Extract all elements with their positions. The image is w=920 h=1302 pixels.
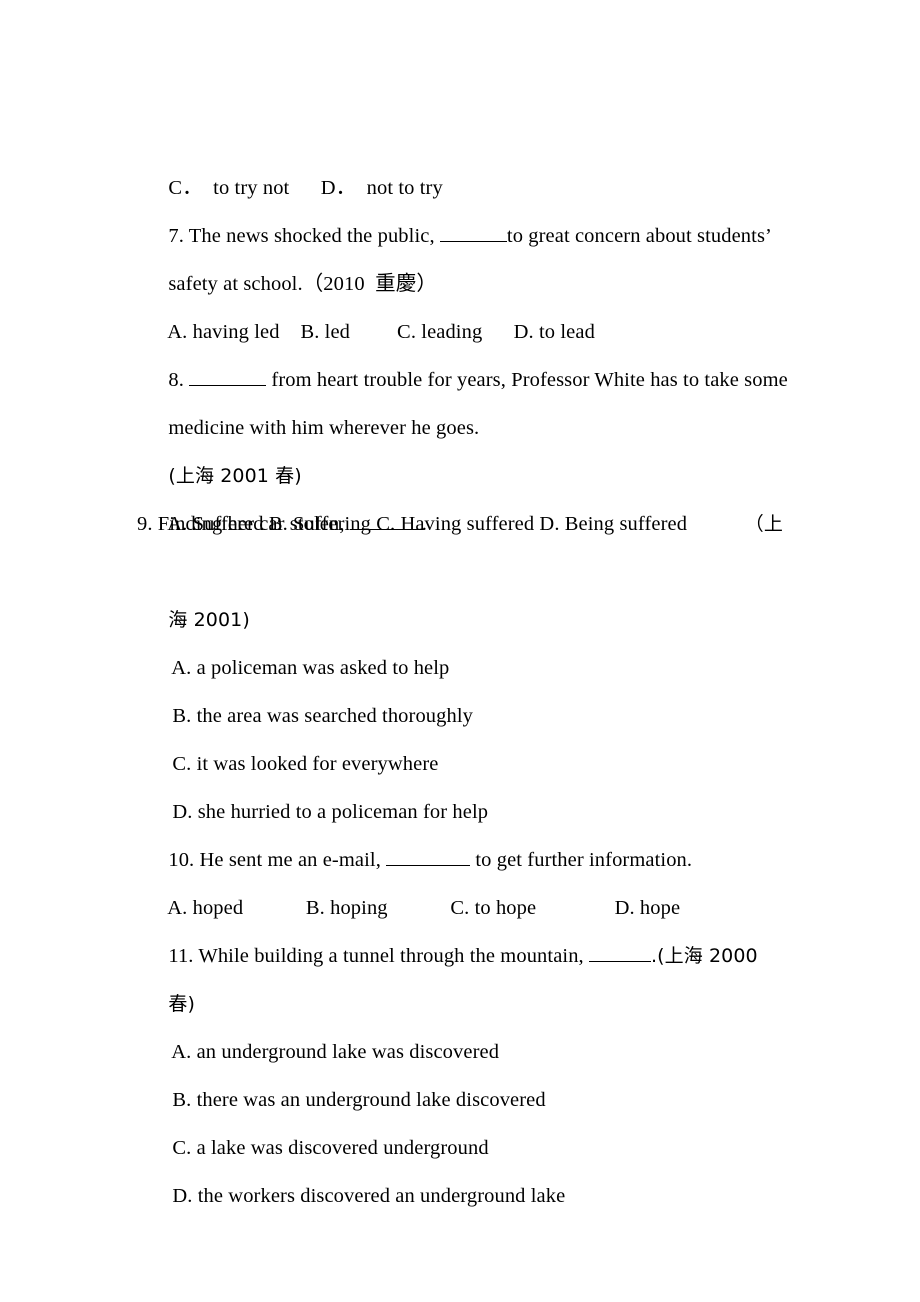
question-7-stem-after-blank: to great concern about students’ xyxy=(506,225,772,247)
question-11-option-d-text: D. the workers discovered an underground… xyxy=(172,1185,566,1207)
question-9-stem-after-blank: . xyxy=(421,513,428,535)
question-11-source-text: 春) xyxy=(168,993,195,1015)
question-9-option-a-text: A. a policeman was asked to help xyxy=(171,657,450,679)
question-11-option-b-text: B. there was an underground lake discove… xyxy=(172,1089,546,1111)
question-9-source-continuation: 海 2001) xyxy=(137,548,783,631)
question-9-option-c-text: C. it was looked for everywhere xyxy=(172,753,439,775)
question-8-stem-before-blank: 8. xyxy=(168,369,190,391)
question-11-option-a-text: A. an underground lake was discovered xyxy=(171,1041,500,1063)
question-10-stem-before-blank: 10. He sent me an e-mail, xyxy=(168,849,387,871)
question-11-option-a[interactable]: A. an underground lake was discovered xyxy=(137,980,783,1063)
question-11-answer-blank[interactable] xyxy=(589,942,651,962)
question-7-options-text: A. having led B. led C. leading D. to le… xyxy=(167,321,595,343)
question-11-stem-before-blank: 11. While building a tunnel through the … xyxy=(168,945,589,967)
question-10-stem-after-blank: to get further information. xyxy=(470,849,693,871)
question-7-answer-blank[interactable] xyxy=(439,222,507,242)
question-9-stem-before-blank: 9. Finding her car stolen, xyxy=(137,513,350,535)
question-8-answer-blank[interactable] xyxy=(189,366,267,386)
question-8-stem-continuation: medicine with him wherever he goes. xyxy=(168,417,480,439)
question-9-source-text: 海 2001) xyxy=(168,609,250,631)
question-7-stem-continuation: safety at school.（2010 重慶） xyxy=(168,273,437,295)
question-9-stem-line: 9. Finding her car stolen, . （上 xyxy=(137,500,783,548)
question-10-options-text: A. hoped B. hoping C. to hope D. hope xyxy=(167,897,681,919)
question-7-stem-before-blank: 7. The news shocked the public, xyxy=(168,225,440,247)
exercise-body: C． to try not D． not to try 7. The news … xyxy=(137,116,788,1207)
question-11-stem-after-blank: .(上海 2000 xyxy=(651,945,758,967)
question-9-answer-blank[interactable] xyxy=(349,510,422,530)
question-6-options-text: C． to try not D． not to try xyxy=(168,177,443,199)
question-11-option-c-text: C. a lake was discovered underground xyxy=(172,1137,489,1159)
question-9-option-d-text: D. she hurried to a policeman for help xyxy=(172,801,489,823)
question-8-source-text: (上海 2001 春) xyxy=(168,465,302,487)
question-10-answer-blank[interactable] xyxy=(386,846,471,866)
question-9-source-fragment: （上 xyxy=(744,513,783,535)
question-9-option-b-text: B. the area was searched thoroughly xyxy=(172,705,473,727)
question-6-options-row: C． to try not D． not to try xyxy=(137,116,783,199)
document-page: C． to try not D． not to try 7. The news … xyxy=(0,0,920,1302)
question-8-stem-after-blank: from heart trouble for years, Professor … xyxy=(266,369,788,391)
question-9-stem-left: 9. Finding her car stolen, . xyxy=(137,513,427,535)
